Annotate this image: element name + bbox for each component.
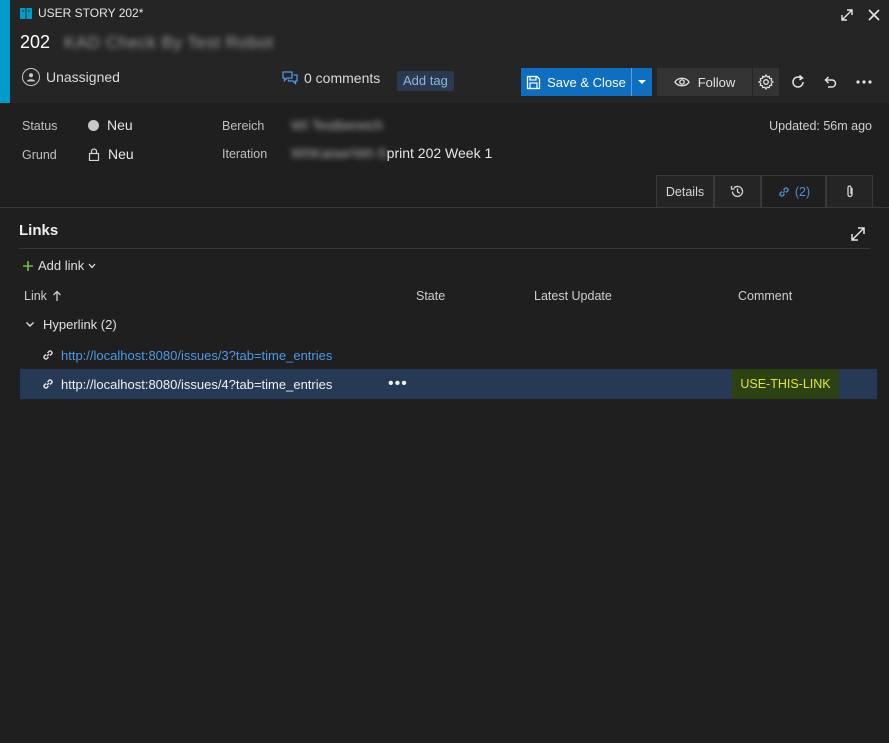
iteration-label: Iteration [222,147,268,161]
iteration-path-prefix: WI\Kaiser\WI-S [291,145,387,161]
work-item-type: USER STORY 202* [20,6,143,20]
column-header-latest-update[interactable]: Latest Update [534,289,612,303]
undo-button[interactable] [817,68,843,96]
link-group-hyperlink[interactable]: Hyperlink (2) [25,317,117,332]
status-field[interactable]: Neu [88,117,133,133]
close-icon[interactable] [863,4,885,26]
work-item-color-bar [0,0,10,103]
work-item-id: 202 [20,32,51,52]
comment-icon [282,71,298,85]
status-value: Neu [107,117,133,133]
book-icon [20,7,32,19]
link-group-label: Hyperlink (2) [43,317,117,332]
refresh-button[interactable] [785,68,811,96]
link-icon [43,379,53,389]
assigned-to-label: Unassigned [46,69,120,85]
links-tab-count: (2) [794,184,811,199]
grund-label: Grund [22,148,57,162]
eye-icon [673,77,690,87]
status-label: Status [22,119,58,133]
links-section-title: Links [19,222,59,239]
add-tag-button[interactable]: Add tag [397,71,454,91]
chevron-down-icon [26,322,34,327]
column-link-label: Link [24,289,47,303]
grund-field[interactable]: Neu [88,146,134,162]
link-icon [43,350,53,360]
form-tabs: Details (2) [656,175,873,207]
column-header-comment[interactable]: Comment [738,289,792,303]
more-actions-button[interactable] [851,68,877,96]
save-icon [526,75,541,89]
iteration-field[interactable]: WI\Kaiser\WI-S print 202 Week 1 [291,145,492,161]
assigned-to[interactable]: Unassigned [22,68,120,86]
ellipsis-icon [856,80,872,84]
refresh-icon [792,74,804,88]
column-header-link[interactable]: Link [24,289,62,303]
save-close-button[interactable]: Save & Close [521,68,631,96]
follow-label: Follow [697,74,736,90]
link-cell: http://localhost:8080/issues/4?tab=time_… [41,377,332,392]
add-link-label: Add link [38,258,85,273]
column-header-state[interactable]: State [416,289,445,303]
hyperlink-url[interactable]: http://localhost:8080/issues/4?tab=time_… [61,377,332,392]
bereich-value: WI Testbereich [291,117,384,133]
updated-timestamp: Updated: 56m ago [769,119,872,133]
row-more-actions-button[interactable]: ••• [388,375,408,393]
table-row-selected[interactable]: http://localhost:8080/issues/4?tab=time_… [20,369,877,399]
status-dot-icon [88,119,99,131]
history-icon [730,185,744,198]
expand-icon[interactable] [849,225,867,243]
links-divider [19,248,870,249]
link-cell: http://localhost:8080/issues/3?tab=time_… [41,348,332,363]
chevron-down-icon [638,80,646,84]
follow-button[interactable]: Follow [657,68,752,96]
add-link-button[interactable]: Add link [22,258,96,273]
hyperlink-url[interactable]: http://localhost:8080/issues/3?tab=time_… [61,348,332,363]
comments-count: 0 comments [304,70,381,86]
table-row[interactable]: http://localhost:8080/issues/3?tab=time_… [20,340,877,370]
save-close-label: Save & Close [547,74,626,90]
tab-attachments[interactable] [826,175,873,207]
link-comment: USE-THIS-LINK [732,369,839,399]
bereich-field[interactable]: WI Testbereich [291,117,383,133]
lock-icon [88,147,100,161]
chevron-down-icon [88,263,96,268]
work-item-title[interactable]: KAD Check By Test Robot [64,33,274,53]
plus-icon [23,260,33,271]
save-options-dropdown[interactable] [631,68,652,96]
settings-button[interactable] [753,68,779,96]
undo-icon [824,76,837,88]
sort-ascending-icon [52,290,61,301]
grund-value: Neu [108,146,134,162]
bereich-label: Bereich [222,119,265,133]
link-icon [779,186,789,197]
title-row: 202 KAD Check By Test Robot [20,32,274,53]
work-item-header: USER STORY 202* 202 KAD Check By Test Ro… [10,0,889,103]
tab-details[interactable]: Details [656,175,714,207]
comments-link[interactable]: 0 comments [282,70,380,86]
user-avatar-icon [22,68,40,86]
gear-icon [758,74,774,90]
tab-history[interactable] [714,175,761,207]
maximize-icon[interactable] [836,4,858,26]
tab-links[interactable]: (2) [761,175,826,207]
section-divider [0,207,889,208]
iteration-value: print 202 Week 1 [386,145,493,161]
paperclip-icon [846,185,853,198]
work-item-type-label: USER STORY 202* [38,6,144,20]
